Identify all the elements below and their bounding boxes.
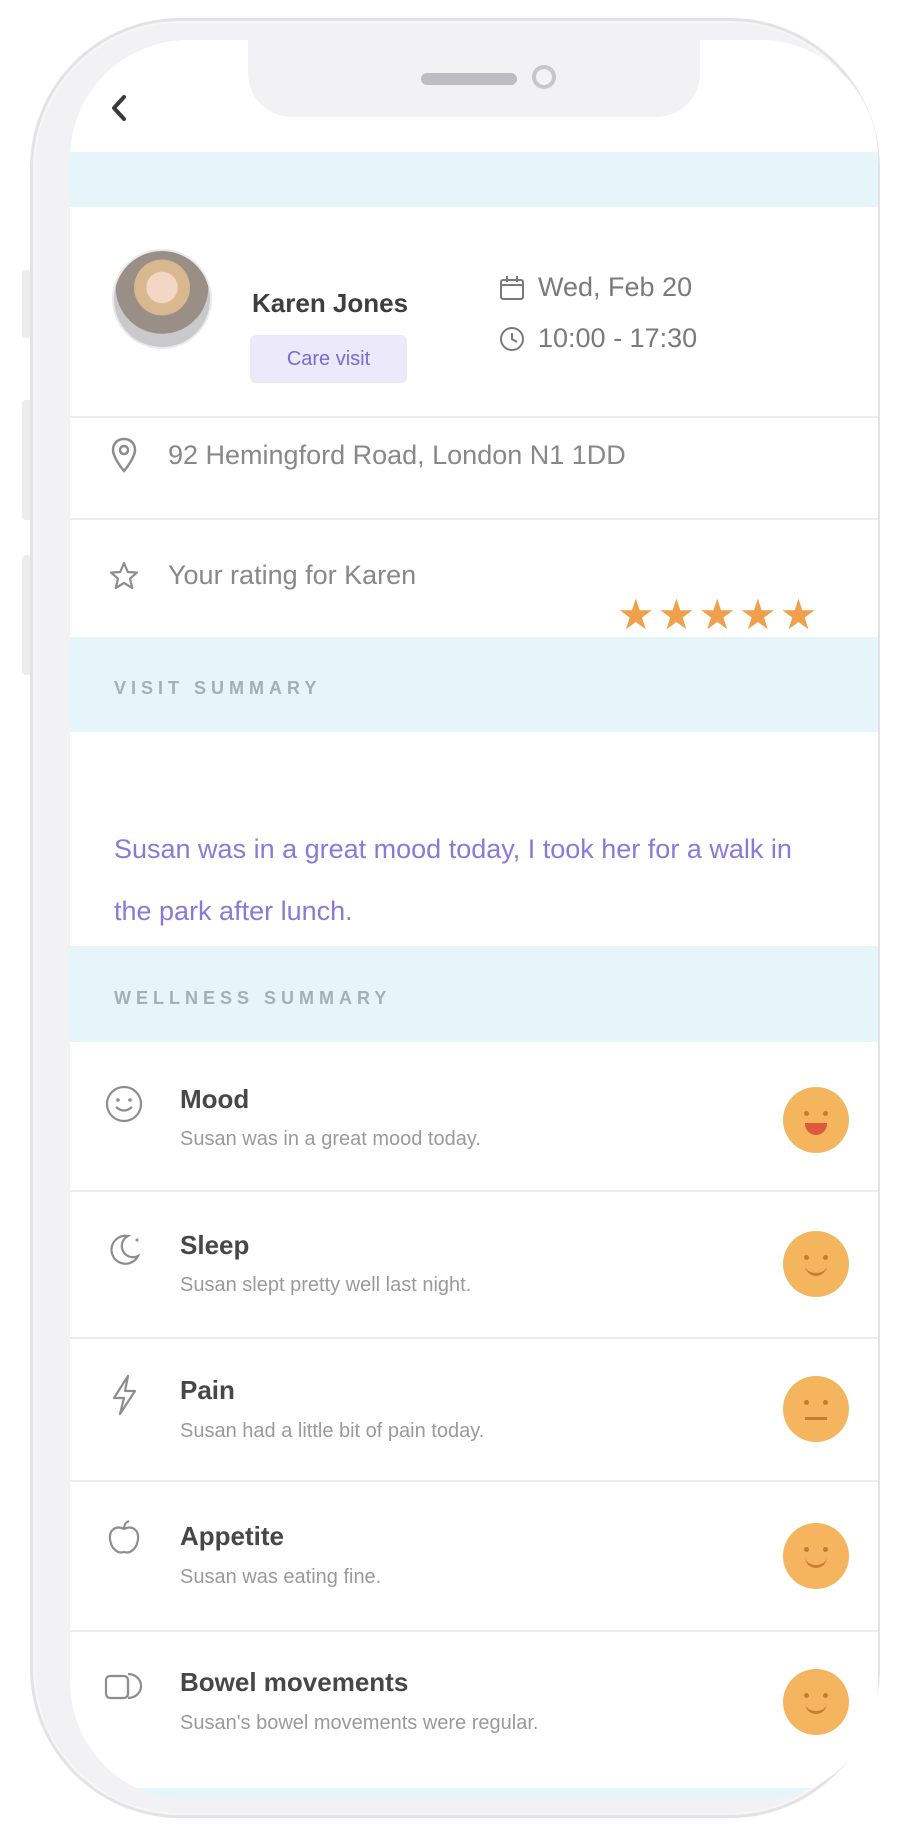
rating-stars[interactable]: ★ ★ ★ ★ ★ <box>617 594 820 636</box>
back-button[interactable] <box>108 92 130 130</box>
address-text: 92 Hemingford Road, London N1 1DD <box>168 440 626 470</box>
divider <box>70 1190 878 1192</box>
smiling-face-icon <box>783 1523 849 1589</box>
wellness-item-description: Susan was in a great mood today. <box>180 1128 481 1150</box>
top-band <box>70 152 878 207</box>
wellness-item-description: Susan had a little bit of pain today. <box>180 1420 485 1442</box>
divider <box>70 518 878 520</box>
wellness-item-title: Sleep <box>180 1230 250 1260</box>
divider <box>70 1480 878 1482</box>
wellness-item-title: Pain <box>180 1375 235 1405</box>
wellness-item-title: Mood <box>180 1084 250 1114</box>
visit-type-badge: Care visit <box>250 335 407 383</box>
visit-summary-text: Susan was in a great mood today, I took … <box>114 834 792 926</box>
visit-date-text: Wed, Feb 20 <box>538 272 693 302</box>
wellness-item-description: Susan's bowel movements were regular. <box>180 1712 539 1734</box>
calendar-icon <box>500 275 524 300</box>
star-icon[interactable]: ★ <box>698 594 736 636</box>
divider <box>70 416 878 418</box>
phone-notch <box>248 40 700 117</box>
visit-date: Wed, Feb 20 <box>498 272 692 303</box>
toilet-icon <box>102 1664 146 1708</box>
star-icon[interactable]: ★ <box>658 594 696 636</box>
wellness-item-title: Appetite <box>180 1521 284 1551</box>
star-outline-icon <box>108 560 140 597</box>
divider <box>70 1630 878 1632</box>
smiling-face-icon <box>783 1669 849 1735</box>
wellness-item-description: Susan was eating fine. <box>180 1566 382 1588</box>
wellness-item-title: Bowel movements <box>180 1667 409 1697</box>
clock-icon <box>500 326 524 351</box>
carer-name: Karen Jones <box>252 288 409 318</box>
rating-label: Your rating for Karen <box>168 560 417 590</box>
visit-summary-heading: VISIT SUMMARY <box>114 678 322 698</box>
wellness-summary-heading: WELLNESS SUMMARY <box>114 988 392 1008</box>
phone-screen: Karen Jones Care visit Wed, Feb 20 10:00… <box>70 40 878 1800</box>
location-pin-icon <box>110 436 138 481</box>
visit-time: 10:00 - 17:30 <box>498 323 697 354</box>
smiling-face-icon <box>783 1231 849 1297</box>
avatar <box>112 249 212 349</box>
star-icon[interactable]: ★ <box>739 594 777 636</box>
apple-icon <box>102 1516 146 1560</box>
neutral-face-icon <box>783 1376 849 1442</box>
moon-icon <box>102 1228 146 1272</box>
speaker-grille <box>421 73 517 85</box>
happy-face-icon <box>783 1087 849 1153</box>
camera-icon <box>532 65 556 89</box>
bottom-band <box>70 1788 878 1800</box>
lightning-icon <box>102 1373 146 1417</box>
star-icon[interactable]: ★ <box>780 594 818 636</box>
smile-icon <box>102 1082 146 1126</box>
visit-time-text: 10:00 - 17:30 <box>538 323 698 353</box>
wellness-item-description: Susan slept pretty well last night. <box>180 1274 472 1296</box>
star-icon[interactable]: ★ <box>617 594 655 636</box>
divider <box>70 1337 878 1339</box>
chevron-left-icon <box>112 95 126 121</box>
